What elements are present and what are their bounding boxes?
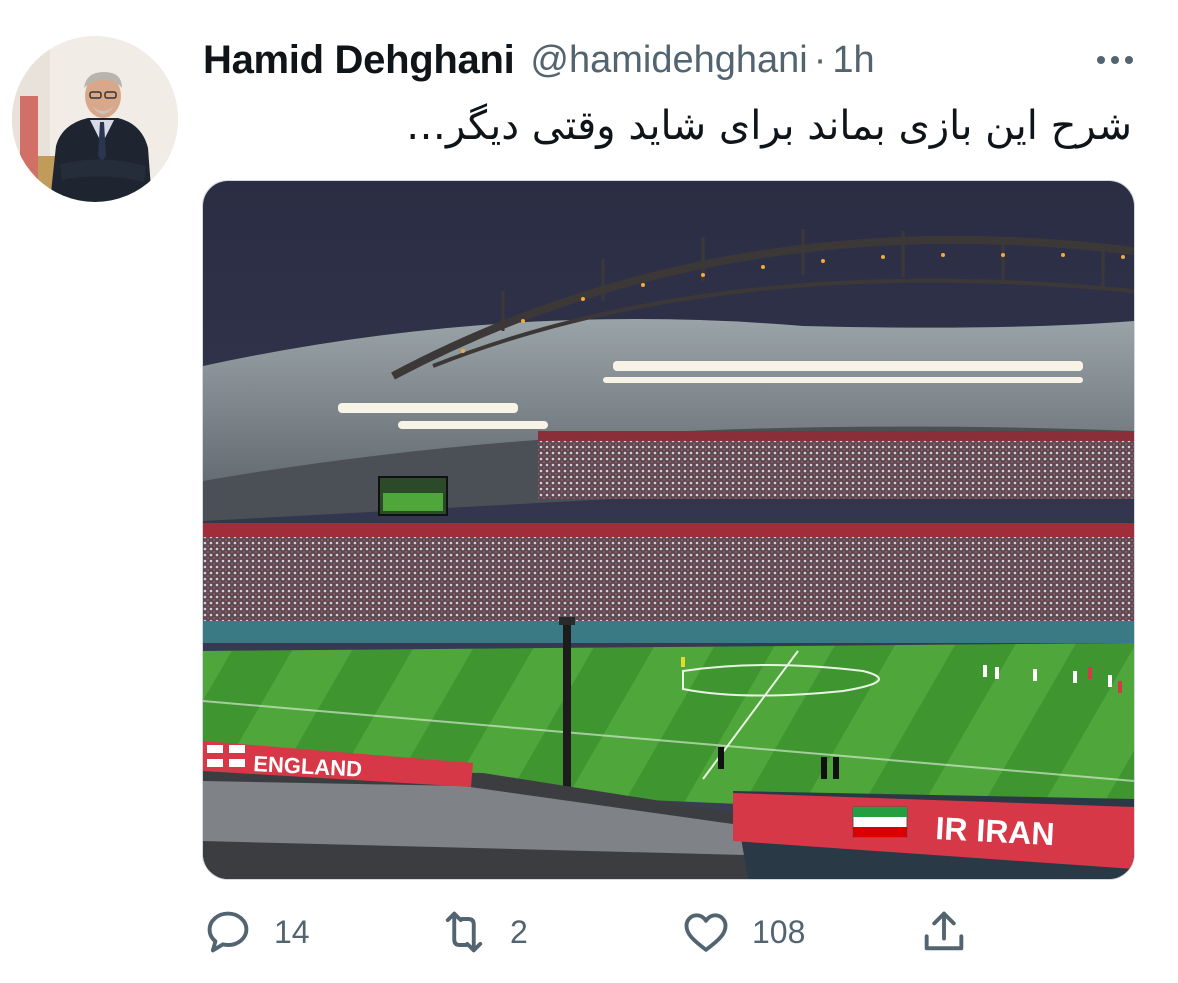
avatar-image [12,36,178,202]
share-icon [924,911,964,951]
tweet-media[interactable]: ENGLAND IR IRAN [202,180,1135,880]
author-handle[interactable]: @hamidehghani [530,39,807,82]
like-icon [684,913,728,952]
tweet-header: Hamid Dehghani @hamidehghani · 1h [203,36,1143,84]
author-name[interactable]: Hamid Dehghani [203,38,515,83]
tweet-text: شرح این بازی بماند برای شاید وقتی دیگر… [405,103,1132,149]
like-button[interactable]: 108 [680,902,805,962]
retweet-count: 2 [510,913,528,950]
tweet-timestamp[interactable]: 1h [832,39,874,82]
like-count: 108 [752,913,806,950]
reply-button[interactable]: 14 [202,902,310,962]
tweet-actions: 14 2 108 [202,902,1133,962]
reply-count: 14 [274,913,310,950]
author-avatar[interactable] [12,36,178,202]
more-icon[interactable] [1087,40,1143,80]
share-button[interactable] [918,902,970,962]
iran-banner-text: IR IRAN [935,810,1056,852]
retweet-button[interactable]: 2 [438,902,528,962]
separator-dot: · [813,38,827,81]
retweet-icon [445,911,483,953]
stadium-photo: ENGLAND IR IRAN [203,181,1134,879]
reply-icon [207,911,249,953]
